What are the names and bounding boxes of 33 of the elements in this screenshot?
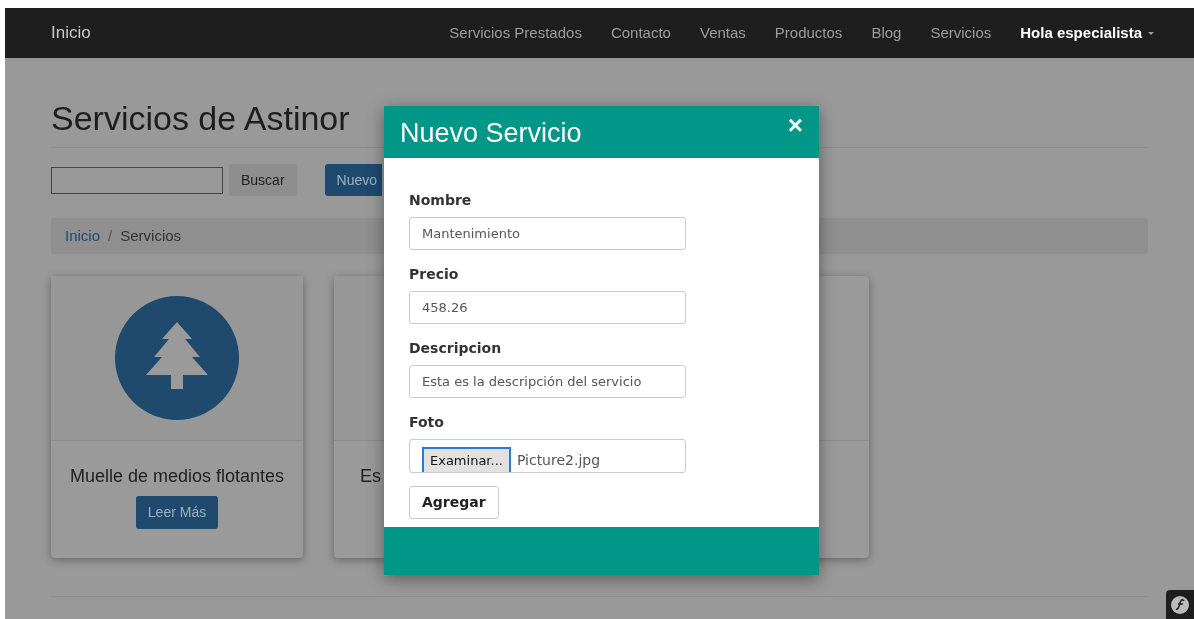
search-button[interactable]: Buscar [229, 164, 297, 196]
add-button[interactable]: Agregar [409, 486, 499, 519]
new-button[interactable]: Nuevo [324, 164, 382, 196]
field-label: Descripcion [409, 339, 503, 358]
page-title: Servicios de Astinor [51, 98, 350, 138]
file-input-field[interactable]: Examinar... Picture2.jpg [409, 439, 686, 473]
user-menu[interactable]: Hola especialista [1020, 21, 1154, 45]
input-field[interactable]: Mantenimiento [409, 217, 686, 250]
tree-icon [115, 296, 239, 420]
nav-link[interactable]: Ventas [699, 21, 746, 45]
nav-link[interactable]: Contacto [610, 21, 671, 45]
nav-link[interactable]: Servicios Prestados [449, 21, 582, 45]
browse-button[interactable]: Examinar... [422, 447, 511, 472]
field-label: Precio [409, 265, 460, 284]
input-field[interactable]: 458.26 [409, 291, 686, 324]
file-name: Picture2.jpg [516, 451, 601, 470]
nav-link[interactable]: Productos [774, 21, 843, 45]
field-label: Nombre [409, 191, 473, 210]
field-label: Foto [409, 413, 445, 432]
input-field[interactable]: Esta es la descripción del servicio [409, 365, 686, 398]
brand-link[interactable]: Inicio [51, 20, 91, 46]
search-field[interactable] [51, 166, 223, 194]
nav-link[interactable]: Servicios [930, 21, 992, 45]
read-more-button[interactable]: Leer Más [135, 496, 219, 529]
card-title: Es [360, 465, 381, 487]
caret-icon [1148, 31, 1154, 35]
nav-link[interactable]: Blog [871, 21, 902, 45]
close-button[interactable]: × [787, 110, 803, 140]
breadcrumb-current: Servicios [120, 225, 182, 246]
breadcrumb-separator: / [108, 225, 113, 246]
modal-title: Nuevo Servicio [400, 117, 582, 149]
card-title: Muelle de medios flotantes [69, 465, 285, 487]
logo-icon [1166, 590, 1194, 619]
